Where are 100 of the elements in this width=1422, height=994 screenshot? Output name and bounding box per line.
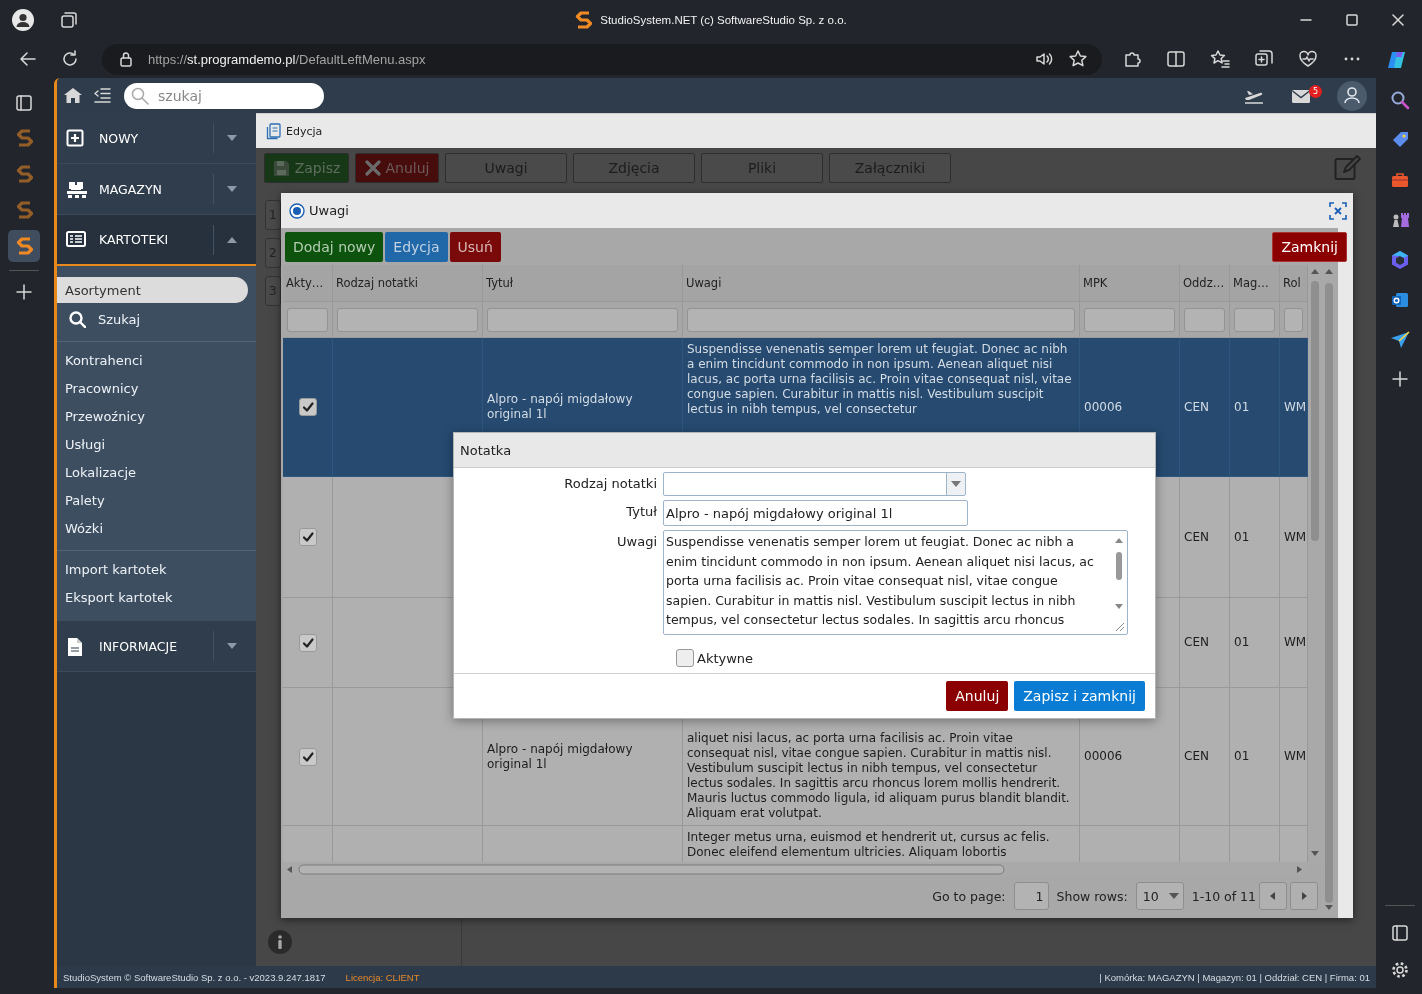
logo-icon [15, 164, 33, 184]
logo-icon [15, 128, 33, 148]
caret-icon [227, 643, 237, 649]
add-button[interactable]: Dodaj nowy [285, 231, 384, 262]
colorful-app-icon[interactable] [1386, 49, 1406, 69]
settings-icon[interactable] [1390, 960, 1410, 980]
toolbox-icon[interactable] [1390, 170, 1410, 190]
filter-field[interactable] [687, 307, 1075, 332]
profile-icon[interactable] [12, 9, 34, 31]
paper-plane-icon[interactable] [1390, 330, 1410, 350]
radio-icon [289, 202, 305, 219]
field-label: Tytuł [625, 503, 657, 521]
favorites-icon[interactable] [1210, 49, 1230, 69]
filter-field[interactable] [1284, 307, 1303, 332]
plus-icon[interactable] [15, 283, 33, 301]
logo-icon [15, 200, 33, 220]
resize-handle-icon[interactable] [1113, 620, 1127, 634]
field-label: Rodzaj notatki [563, 475, 657, 493]
menu-header[interactable]: NOWY [57, 113, 256, 164]
tab[interactable] [8, 230, 40, 262]
address-bar[interactable]: https://st.programdemo.pl/DefaultLeftMenu.aspx [102, 43, 1102, 75]
tabs-icon[interactable] [60, 11, 78, 29]
menu-header[interactable]: MAGAZYN [57, 164, 256, 215]
notes-field[interactable]: Suspendisse venenatis semper lorem ut feugiat. Donec ac nibh a enim tincidunt commodo in non ipsum. Aenean aliquet nisi lacus, ac porta urna facilisis ac. Proin vitae consequat nisl, vitae congue sapien. Curabitur in mattis nisl. Vestibulum suscipit lectus in nibh tempus, vel consectetur lectus sodales. In sagittis arcu rhoncus [663, 530, 1128, 635]
info-icon[interactable] [268, 930, 292, 954]
favorite-star-icon[interactable] [1068, 49, 1088, 69]
back-icon[interactable] [18, 49, 38, 69]
page-range: 1-10 of 11 [1191, 888, 1256, 904]
text-field[interactable]: Alpro - napój migdałowy original 1l [663, 500, 968, 526]
caret-icon [951, 481, 961, 487]
document-icon [266, 122, 282, 140]
chess-icon[interactable] [1390, 210, 1410, 230]
maximize-icon[interactable] [1346, 14, 1358, 26]
close-button[interactable]: Zamknij [1272, 231, 1347, 262]
filter-field[interactable] [1084, 307, 1175, 332]
menu-item[interactable]: Asortyment [57, 277, 248, 303]
menu-item[interactable]: Lokalizacje [57, 458, 248, 486]
dialog-title: Uwagi [309, 203, 349, 218]
tab-panel-icon[interactable] [15, 94, 33, 112]
menu-header[interactable]: INFORMACJE [57, 621, 256, 672]
filter-field[interactable] [337, 307, 478, 332]
list-card-icon [66, 230, 88, 249]
footer-text: | Komórka: MAGAZYN | Magazyn: 01 | Oddział: CEN | Firma: 01 [1099, 971, 1370, 983]
checkbox[interactable] [298, 398, 317, 416]
checkbox[interactable] [298, 747, 317, 766]
checkbox[interactable] [298, 633, 317, 652]
floppy-icon [272, 159, 290, 177]
filter-field[interactable] [1234, 307, 1275, 332]
previous-page-button[interactable] [1259, 882, 1287, 910]
logo-icon [15, 236, 33, 256]
menu-item[interactable]: Kontrahenci [57, 346, 248, 374]
filter-field[interactable] [287, 307, 328, 332]
menu-item[interactable]: Wózki [57, 514, 248, 542]
next-page-button[interactable] [1290, 882, 1318, 910]
search-icon [68, 310, 86, 328]
filter-field[interactable] [487, 307, 678, 332]
hexagon-app-icon[interactable] [1390, 250, 1410, 270]
menu-item[interactable]: Usługi [57, 430, 248, 458]
user-icon[interactable] [1337, 80, 1367, 111]
checkbox[interactable] [298, 528, 317, 546]
delete-button[interactable]: Usuń [449, 231, 501, 262]
collapse-menu-icon[interactable] [93, 86, 112, 105]
save-button[interactable]: Zapisz i zamknij [1014, 681, 1145, 711]
search-field[interactable]: szukaj [124, 82, 324, 109]
search-icon[interactable] [1390, 90, 1410, 110]
edit-button[interactable]: Edycja [385, 231, 448, 262]
split-screen-icon[interactable] [1166, 49, 1186, 69]
menu-item[interactable]: Eksport kartotek [57, 583, 248, 611]
menu-item[interactable]: Przewoźnicy [57, 402, 248, 430]
notification-badge: 5 [1309, 84, 1322, 98]
heart-icon[interactable] [1298, 49, 1318, 69]
page-field[interactable]: 1 [1013, 882, 1049, 910]
dialog-title: Notatka [454, 433, 1155, 468]
menu-item[interactable]: Pracownicy [57, 374, 248, 402]
refresh-icon[interactable] [60, 49, 80, 69]
caret-icon [227, 186, 237, 192]
mail-app-icon[interactable] [1390, 290, 1410, 310]
puzzle-icon[interactable] [1122, 49, 1142, 69]
search-icon [130, 85, 150, 106]
fullscreen-icon[interactable] [1329, 201, 1347, 220]
window-title: StudioSystem.NET (c) SoftwareStudio Sp. z o.o. [600, 14, 847, 26]
home-icon[interactable] [63, 86, 83, 105]
filter-field[interactable] [1184, 307, 1225, 332]
url-text: https://st.programdemo.pl/DefaultLeftMenu.aspx [148, 51, 426, 67]
plus-icon[interactable] [1391, 370, 1409, 388]
menu-header[interactable]: KARTOTEKI [57, 215, 256, 266]
sidebar-panel-icon[interactable] [1391, 924, 1409, 942]
rows-dropdown[interactable]: 10 [1135, 882, 1184, 910]
menu-item[interactable]: Szukaj [57, 305, 248, 333]
caret-icon [227, 135, 237, 141]
close-icon[interactable] [1392, 14, 1404, 26]
checkbox[interactable] [676, 649, 694, 667]
menu-item[interactable]: Palety [57, 486, 248, 514]
arrow-right-icon [1299, 891, 1309, 901]
caret-icon [227, 236, 237, 243]
menu-item[interactable]: Import kartotek [57, 555, 248, 583]
cancel-button[interactable]: Anuluj [946, 681, 1009, 711]
footer-text: StudioSystem © SoftwareStudio Sp. z o.o. - v2023.9.247.1817 [63, 971, 326, 983]
collections-icon[interactable] [1254, 49, 1274, 69]
license-text: Licencja: CLIENT [345, 971, 420, 983]
